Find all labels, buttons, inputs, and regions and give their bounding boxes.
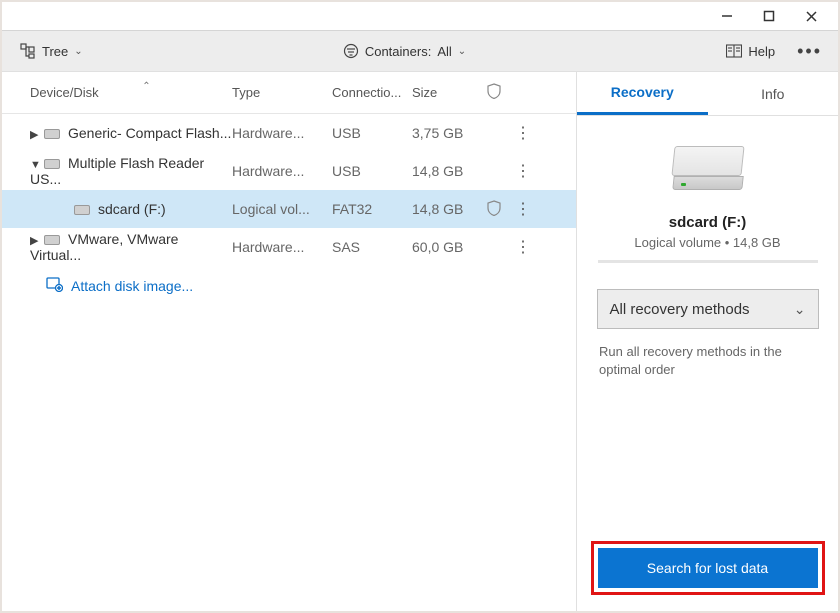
app-window: Tree ⌄ Containers: All ⌄ Help •• (0, 0, 840, 613)
device-table: Device/Disk ⌃ Type Connectio... Size ▶ Ge… (2, 72, 576, 611)
table-row[interactable]: ▶VMware, VMware Virtual...Hardware...SAS… (2, 228, 576, 266)
containers-button[interactable]: Containers: All ⌄ (335, 39, 474, 63)
attach-label: Attach disk image... (71, 278, 193, 294)
method-description: Run all recovery methods in the optimal … (595, 343, 820, 379)
shield-icon (487, 203, 501, 219)
maximize-icon (763, 10, 775, 22)
cell-size: 14,8 GB (412, 163, 487, 179)
expander-icon[interactable]: ▼ (30, 159, 44, 171)
disk-icon (44, 129, 60, 139)
detail-pane: Recovery Info sdcard (F:) Logical volume… (576, 72, 838, 611)
row-menu-button[interactable]: ⋮ (515, 125, 531, 142)
minimize-icon (721, 10, 733, 22)
table-header: Device/Disk ⌃ Type Connectio... Size (2, 72, 576, 114)
expander-icon[interactable]: ▶ (30, 128, 44, 141)
disk-icon (44, 235, 60, 245)
row-menu-button[interactable]: ⋮ (515, 163, 531, 180)
cell-conn: USB (332, 163, 412, 179)
cell-type: Hardware... (232, 239, 332, 255)
search-button-highlight: Search for lost data (591, 541, 825, 595)
filter-icon (343, 43, 359, 59)
sort-indicator-icon: ⌃ (142, 81, 150, 92)
more-button[interactable]: ••• (791, 41, 828, 62)
close-icon (805, 10, 818, 23)
cell-conn: FAT32 (332, 201, 412, 217)
cell-conn: USB (332, 125, 412, 141)
tree-view-button[interactable]: Tree ⌄ (12, 39, 91, 63)
device-name: sdcard (F:) (98, 201, 166, 217)
help-label: Help (748, 44, 775, 59)
cell-size: 60,0 GB (412, 239, 487, 255)
containers-value: All (437, 44, 451, 59)
disk-image (668, 146, 748, 196)
cell-size: 14,8 GB (412, 201, 487, 217)
shield-icon (487, 87, 501, 102)
tab-info[interactable]: Info (708, 72, 839, 115)
more-icon: ••• (797, 41, 822, 61)
table-row[interactable]: sdcard (F:) Logical vol...FAT3214,8 GB ⋮ (2, 190, 576, 228)
disk-icon (44, 159, 60, 169)
usage-bar (598, 260, 818, 263)
close-button[interactable] (790, 2, 832, 30)
col-type[interactable]: Type (232, 85, 332, 100)
cell-type: Hardware... (232, 125, 332, 141)
help-icon (726, 44, 742, 58)
toolbar: Tree ⌄ Containers: All ⌄ Help •• (2, 30, 838, 72)
disk-icon (74, 205, 90, 215)
expander-icon[interactable]: ▶ (30, 234, 44, 247)
col-connection[interactable]: Connectio... (332, 85, 412, 100)
disk-title: sdcard (F:) (669, 214, 747, 231)
device-name: Generic- Compact Flash... (68, 125, 231, 141)
cell-type: Logical vol... (232, 201, 332, 217)
attach-icon (46, 277, 63, 295)
containers-label: Containers: (365, 44, 431, 59)
tab-recovery[interactable]: Recovery (577, 72, 708, 115)
tree-label: Tree (42, 44, 68, 59)
detail-body: sdcard (F:) Logical volume • 14,8 GB All… (577, 116, 838, 611)
row-menu-button[interactable]: ⋮ (515, 201, 531, 218)
cell-type: Hardware... (232, 163, 332, 179)
search-lost-data-button[interactable]: Search for lost data (598, 548, 818, 588)
disk-subtitle: Logical volume • 14,8 GB (634, 235, 780, 250)
help-button[interactable]: Help (718, 40, 783, 63)
attach-disk-image-button[interactable]: Attach disk image... (2, 266, 576, 306)
chevron-down-icon: ⌄ (794, 301, 806, 318)
tree-icon (20, 43, 36, 59)
row-menu-button[interactable]: ⋮ (515, 239, 531, 256)
chevron-down-icon: ⌄ (458, 46, 466, 57)
cell-conn: SAS (332, 239, 412, 255)
minimize-button[interactable] (706, 2, 748, 30)
recovery-method-select[interactable]: All recovery methods ⌄ (597, 289, 819, 329)
col-size[interactable]: Size (412, 85, 487, 100)
chevron-down-icon: ⌄ (74, 46, 82, 57)
col-protection[interactable] (487, 83, 515, 102)
content: Device/Disk ⌃ Type Connectio... Size ▶ Ge… (2, 72, 838, 611)
col-device[interactable]: Device/Disk ⌃ (22, 85, 232, 100)
method-label: All recovery methods (610, 301, 750, 318)
cell-size: 3,75 GB (412, 125, 487, 141)
detail-tabs: Recovery Info (577, 72, 838, 116)
table-row[interactable]: ▼Multiple Flash Reader US...Hardware...U… (2, 152, 576, 190)
titlebar (2, 2, 838, 30)
table-row[interactable]: ▶ Generic- Compact Flash...Hardware...USB… (2, 114, 576, 152)
maximize-button[interactable] (748, 2, 790, 30)
